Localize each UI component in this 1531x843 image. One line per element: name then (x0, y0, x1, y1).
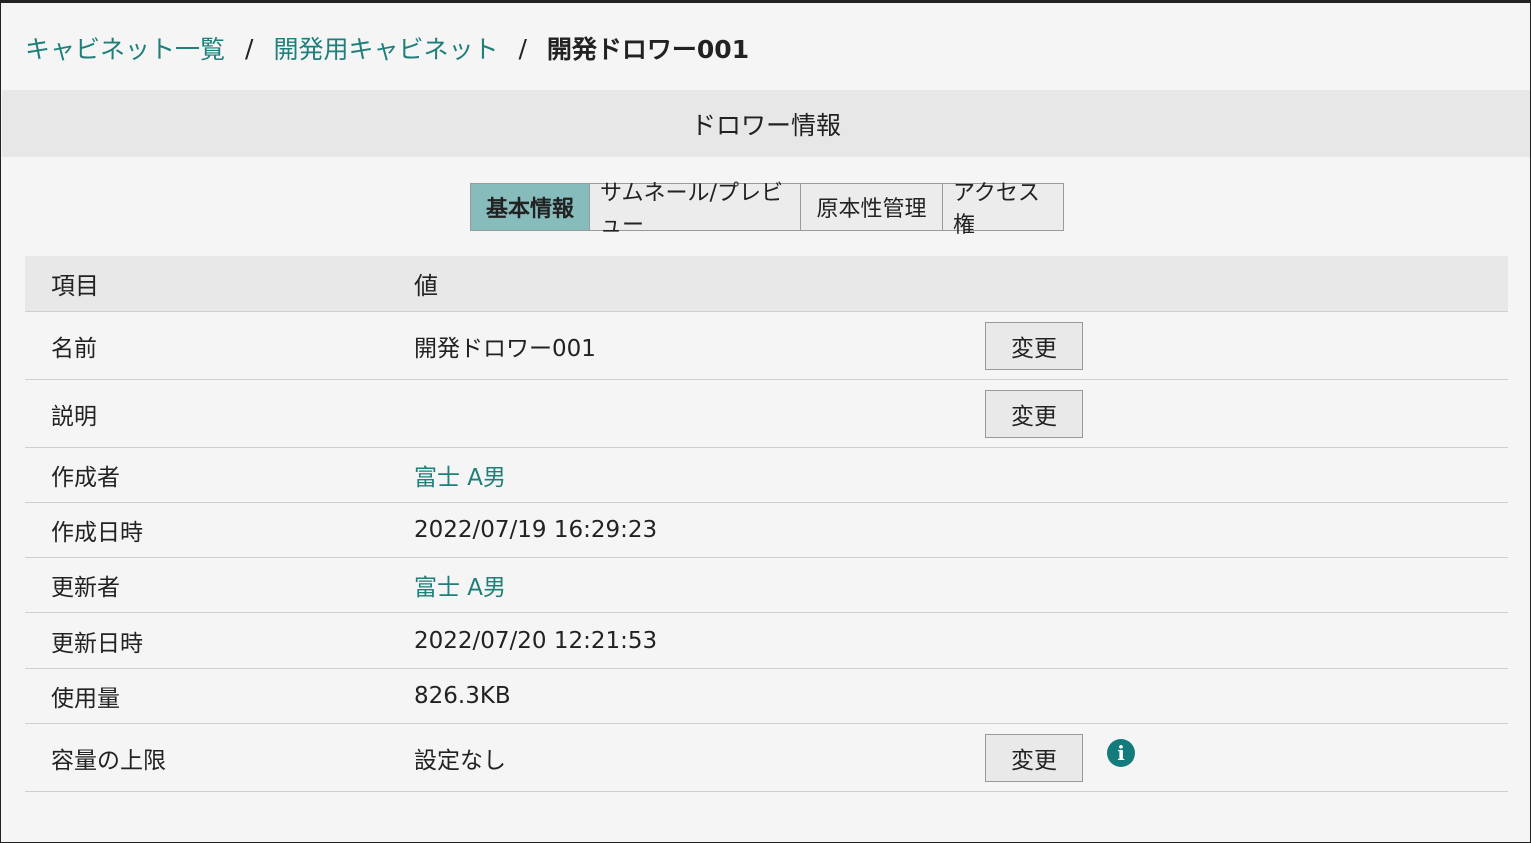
tab-access-rights[interactable]: アクセス権 (942, 181, 1063, 238)
info-table: 項目 値 名前 開発ドロワー001 変更 説明 変更 作成者 富士 A男 作成日… (25, 256, 1508, 792)
row-value: 2022/07/19 16:29:23 (414, 517, 658, 543)
page-frame: キャビネット一覧 / 開発用キャビネット / 開発ドロワー001 ドロワー情報 … (0, 0, 1531, 843)
table-row: 使用量 826.3KB (25, 669, 1508, 724)
header-key: 項目 (51, 272, 99, 300)
breadcrumb-cabinet[interactable]: 開発用キャビネット (273, 30, 498, 66)
row-key: 名前 (51, 335, 97, 362)
row-value: 826.3KB (414, 683, 511, 709)
change-name-button[interactable]: 変更 (985, 321, 1083, 370)
table-row: 更新日時 2022/07/20 12:21:53 (25, 613, 1508, 669)
section-title: ドロワー情報 (690, 110, 841, 140)
row-value: 設定なし (414, 747, 506, 774)
tab-bar: 基本情報 サムネール/プレビュー 原本性管理 アクセス権 (470, 181, 1064, 238)
info-icon[interactable]: i (1107, 738, 1135, 767)
row-key: 作成者 (51, 465, 120, 491)
tab-thumbnail-preview[interactable]: サムネール/プレビュー (589, 181, 800, 238)
row-value: 開発ドロワー001 (414, 335, 596, 362)
table-header: 項目 値 (25, 256, 1508, 312)
row-key: 容量の上限 (51, 747, 166, 774)
section-header: ドロワー情報 (2, 90, 1530, 157)
updater-link[interactable]: 富士 A男 (414, 575, 506, 601)
table-row: 名前 開発ドロワー001 変更 (25, 312, 1508, 380)
tab-authenticity[interactable]: 原本性管理 (800, 184, 942, 230)
row-key: 使用量 (51, 686, 120, 712)
tab-basic-info[interactable]: 基本情報 (471, 184, 589, 230)
table-row: 作成日時 2022/07/19 16:29:23 (25, 503, 1508, 558)
change-description-button[interactable]: 変更 (985, 389, 1083, 438)
table-row: 説明 変更 (25, 380, 1508, 448)
row-key: 作成日時 (51, 520, 143, 546)
change-capacity-button[interactable]: 変更 (985, 733, 1083, 782)
breadcrumb: キャビネット一覧 / 開発用キャビネット / 開発ドロワー001 (25, 31, 749, 65)
breadcrumb-separator: / (518, 33, 527, 63)
table-row: 更新者 富士 A男 (25, 558, 1508, 613)
row-key: 説明 (51, 403, 97, 430)
breadcrumb-current: 開発ドロワー001 (546, 35, 750, 64)
creator-link[interactable]: 富士 A男 (414, 465, 506, 491)
table-row: 容量の上限 設定なし 変更 i (25, 724, 1508, 792)
row-value: 2022/07/20 12:21:53 (414, 627, 658, 654)
table-row: 作成者 富士 A男 (25, 448, 1508, 503)
row-key: 更新日時 (51, 630, 143, 657)
breadcrumb-separator: / (245, 33, 254, 63)
row-key: 更新者 (51, 575, 120, 601)
header-value: 値 (414, 272, 438, 300)
breadcrumb-cabinet-list[interactable]: キャビネット一覧 (25, 30, 225, 66)
